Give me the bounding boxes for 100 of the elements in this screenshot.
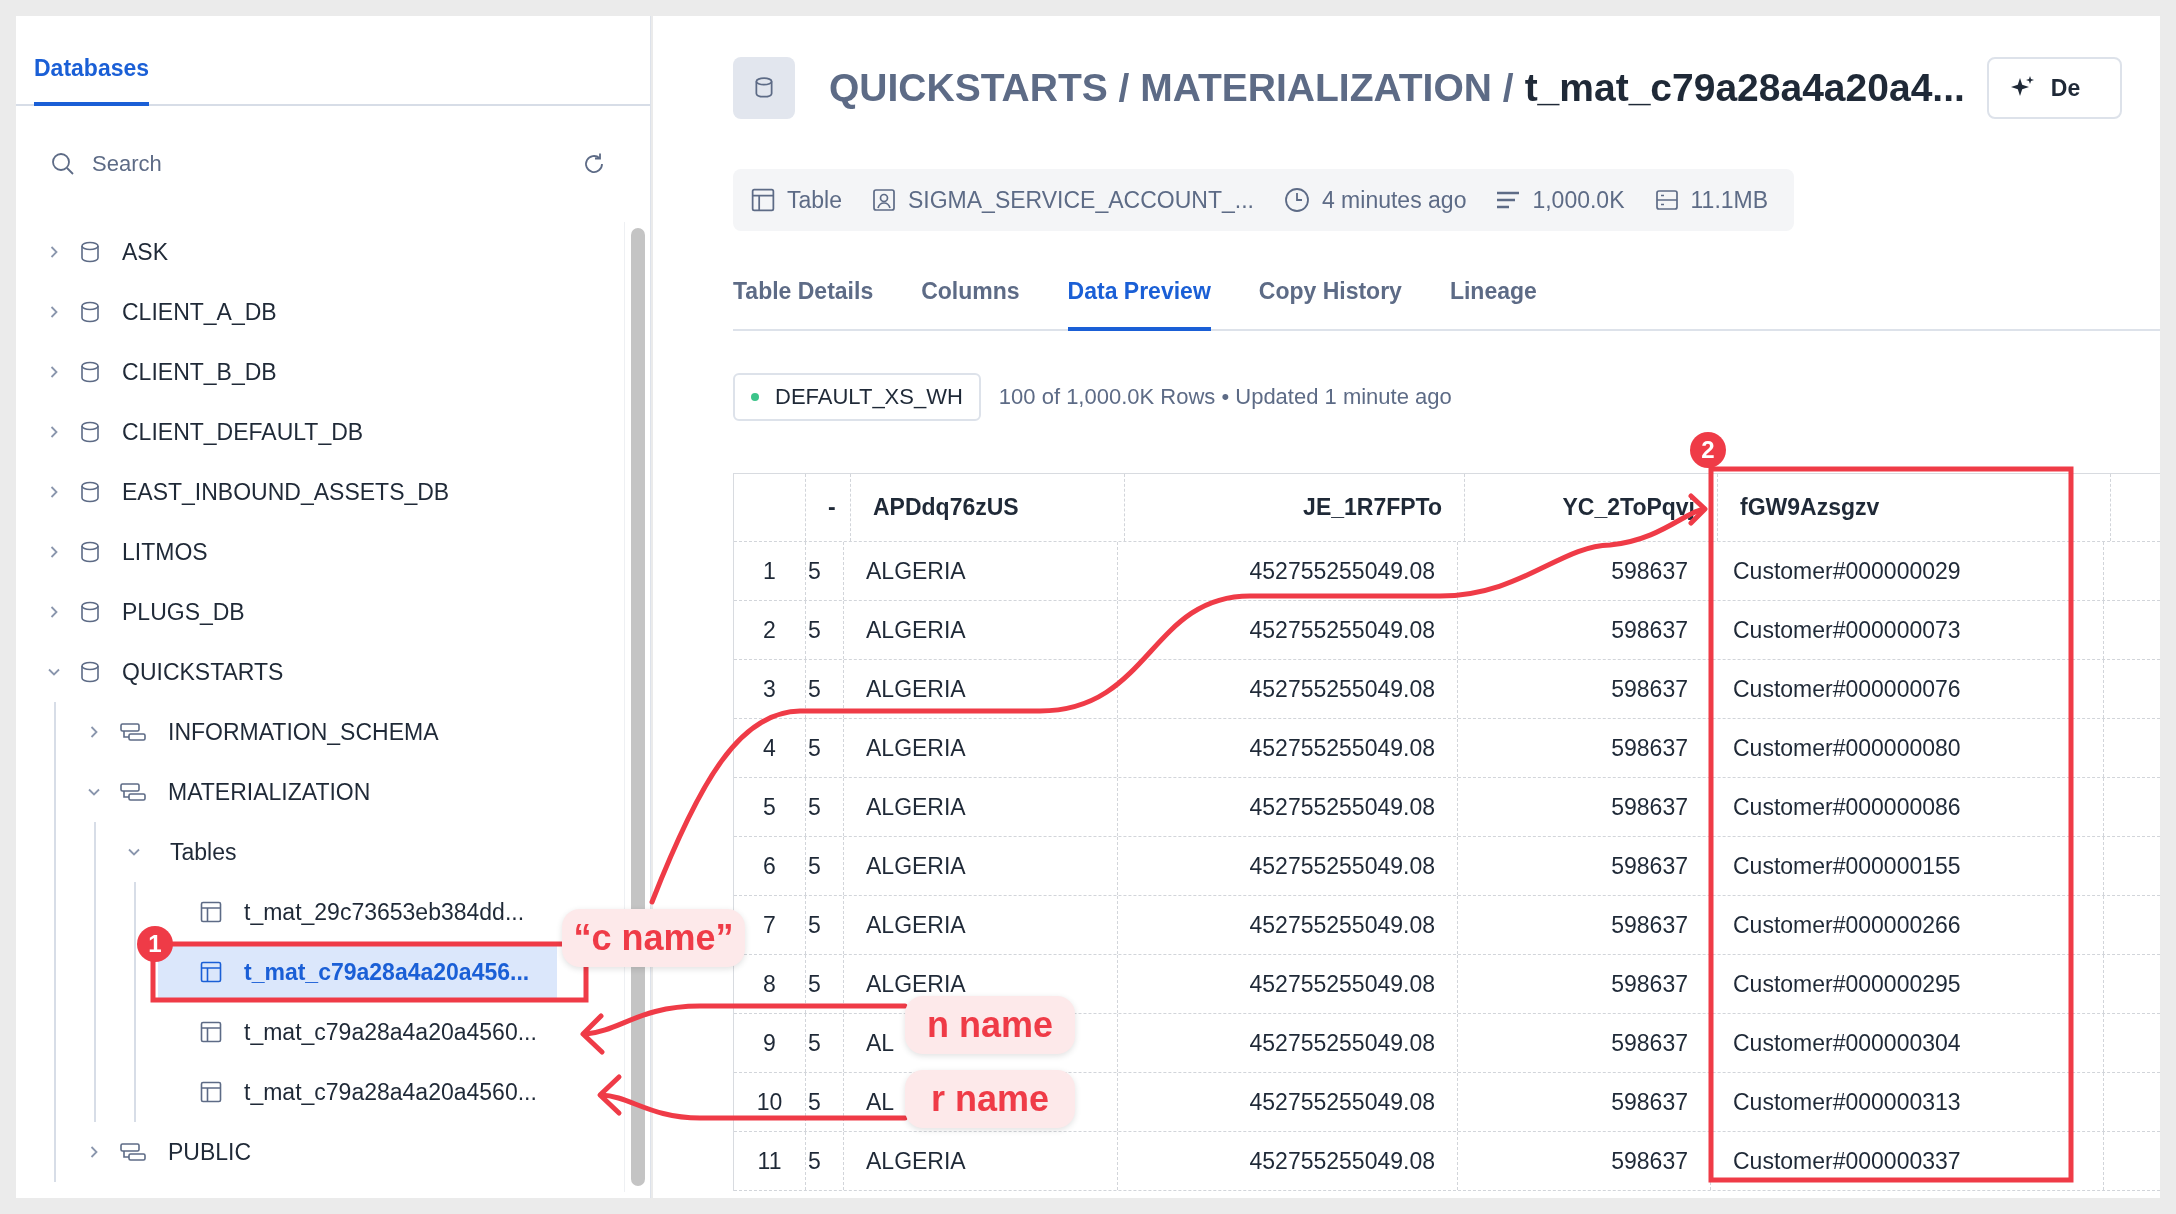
table-cell: ALGERIA [844, 719, 1118, 777]
tab[interactable]: Lineage [1449, 278, 1537, 331]
tree-item[interactable]: LITMOS [16, 522, 208, 582]
database-icon [80, 601, 100, 623]
clock-icon [1283, 187, 1310, 213]
tab[interactable]: Columns [921, 278, 1020, 331]
tree-item[interactable]: Tables [96, 822, 237, 882]
tree-item[interactable]: CLIENT_A_DB [16, 282, 277, 342]
table-title: t_mat_c79a28a4a20a4... [1524, 66, 1965, 110]
tree-item[interactable]: CLIENT_B_DB [16, 342, 277, 402]
table-cell: 5 [806, 660, 844, 718]
table-cell: Customer#000000313 [1711, 1073, 2104, 1131]
table-cell: ALGERIA [844, 542, 1118, 600]
table-cell: ALGERIA [844, 601, 1118, 659]
table-cell: Customer#000000080 [1711, 719, 2104, 777]
rows-icon [1496, 190, 1521, 210]
table-cell: Customer#000000295 [1711, 955, 2104, 1013]
table-cell: 598637 [1458, 660, 1711, 718]
tree-item[interactable]: MATERIALIZATION [56, 762, 371, 822]
schema-icon [120, 722, 146, 742]
warehouse-name: DEFAULT_XS_WH [775, 384, 963, 410]
table-cell: ALGERIA [844, 896, 1118, 954]
user-icon [872, 188, 896, 212]
table-cell: 598637 [1458, 1014, 1711, 1072]
table-cell: 5 [806, 542, 844, 600]
column-header[interactable]: APDdq76zUS [851, 474, 1125, 541]
database-icon [80, 481, 100, 503]
tree-item[interactable]: QUICKSTARTS [16, 642, 284, 702]
metadata-value: Table [787, 186, 842, 214]
tree-item[interactable]: t_mat_c79a28a4a20a4560... [158, 1062, 537, 1122]
tree-item[interactable]: EAST_INBOUND_ASSETS_DB [16, 462, 450, 522]
table-cell: ALGERIA [844, 837, 1118, 895]
table-cell: 598637 [1458, 837, 1711, 895]
table-cell: Customer#000000076 [1711, 660, 2104, 718]
row-number: 11 [734, 1132, 806, 1190]
row-number: 10 [734, 1073, 806, 1131]
assistant-button[interactable]: De [1986, 57, 2123, 119]
column-header[interactable]: - [806, 474, 851, 541]
row-count-status: 100 of 1,000.0K Rows • Updated 1 minute ago [998, 384, 1452, 410]
table-icon [200, 961, 222, 983]
table-cell: 452755255049.08 [1118, 542, 1458, 600]
table-cell: 598637 [1458, 601, 1711, 659]
database-icon [80, 541, 100, 563]
table-cell: 598637 [1458, 778, 1711, 836]
column-header[interactable]: YC_2ToPqvj [1465, 474, 1718, 541]
database-icon [80, 361, 100, 383]
table-cell: Customer#000000155 [1711, 837, 2104, 895]
table-cell: 5 [806, 1014, 844, 1072]
database-icon [80, 421, 100, 443]
tree-item[interactable]: ASK [16, 222, 169, 282]
tab[interactable]: Data Preview [1067, 278, 1211, 331]
callout-label: “c name” [562, 909, 745, 967]
column-header[interactable]: JE_1R7FPTo [1125, 474, 1465, 541]
schema-icon [120, 1142, 146, 1162]
database-icon [80, 241, 100, 263]
tree-item[interactable]: PLUGS_DB [16, 582, 245, 642]
search-field[interactable]: Search [90, 150, 566, 178]
tab[interactable]: Copy History [1258, 278, 1402, 331]
table-cell: Customer#000000073 [1711, 601, 2104, 659]
table-cell: Customer#000000304 [1711, 1014, 2104, 1072]
database-icon [733, 57, 795, 119]
table-cell: 5 [806, 896, 844, 954]
table-cell: 598637 [1458, 1073, 1711, 1131]
table-cell: 598637 [1458, 896, 1711, 954]
databases-tab[interactable]: Databases [34, 55, 150, 106]
table-cell: 452755255049.08 [1118, 601, 1458, 659]
table-icon [751, 188, 775, 212]
table-cell: 598637 [1458, 955, 1711, 1013]
storage-icon [1654, 188, 1679, 212]
row-number: 1 [734, 542, 806, 600]
table-cell: 5 [806, 1132, 844, 1190]
callout-label: r name [905, 1070, 1075, 1128]
row-number: 4 [734, 719, 806, 777]
tree-item[interactable]: PUBLIC [56, 1122, 252, 1182]
search-icon [50, 151, 76, 177]
table-cell: Customer#000000086 [1711, 778, 2104, 836]
tree-item[interactable]: CLIENT_DEFAULT_DB [16, 402, 364, 462]
table-cell: Customer#000000337 [1711, 1132, 2104, 1190]
table-cell: ALGERIA [844, 1132, 1118, 1190]
metadata-value: 1,000.0K [1532, 186, 1625, 214]
table-cell: ALGERIA [844, 660, 1118, 718]
table-cell: 452755255049.08 [1118, 837, 1458, 895]
tab[interactable]: Table Details [733, 278, 874, 331]
warehouse-chip[interactable]: DEFAULT_XS_WH [733, 373, 981, 421]
callout-label: n name [905, 996, 1075, 1054]
table-cell: 5 [806, 1073, 844, 1131]
table-cell: 452755255049.08 [1118, 1014, 1458, 1072]
row-number: 9 [734, 1014, 806, 1072]
breadcrumb-path: QUICKSTARTS / MATERIALIZATION / [829, 66, 1514, 110]
column-header[interactable]: fGW9Azsgzv [1718, 474, 2111, 541]
tree-item[interactable]: INFORMATION_SCHEMA [56, 702, 439, 762]
table-cell: 5 [806, 778, 844, 836]
schema-icon [120, 782, 146, 802]
table-cell: 452755255049.08 [1118, 1132, 1458, 1190]
metadata-value: 11.1MB [1690, 186, 1769, 214]
table-cell: Customer#000000266 [1711, 896, 2104, 954]
row-number: 3 [734, 660, 806, 718]
tree-item[interactable]: t_mat_c79a28a4a20a4560... [158, 1002, 537, 1062]
metadata-value: SIGMA_SERVICE_ACCOUNT_... [908, 186, 1254, 214]
table-cell: 452755255049.08 [1118, 719, 1458, 777]
